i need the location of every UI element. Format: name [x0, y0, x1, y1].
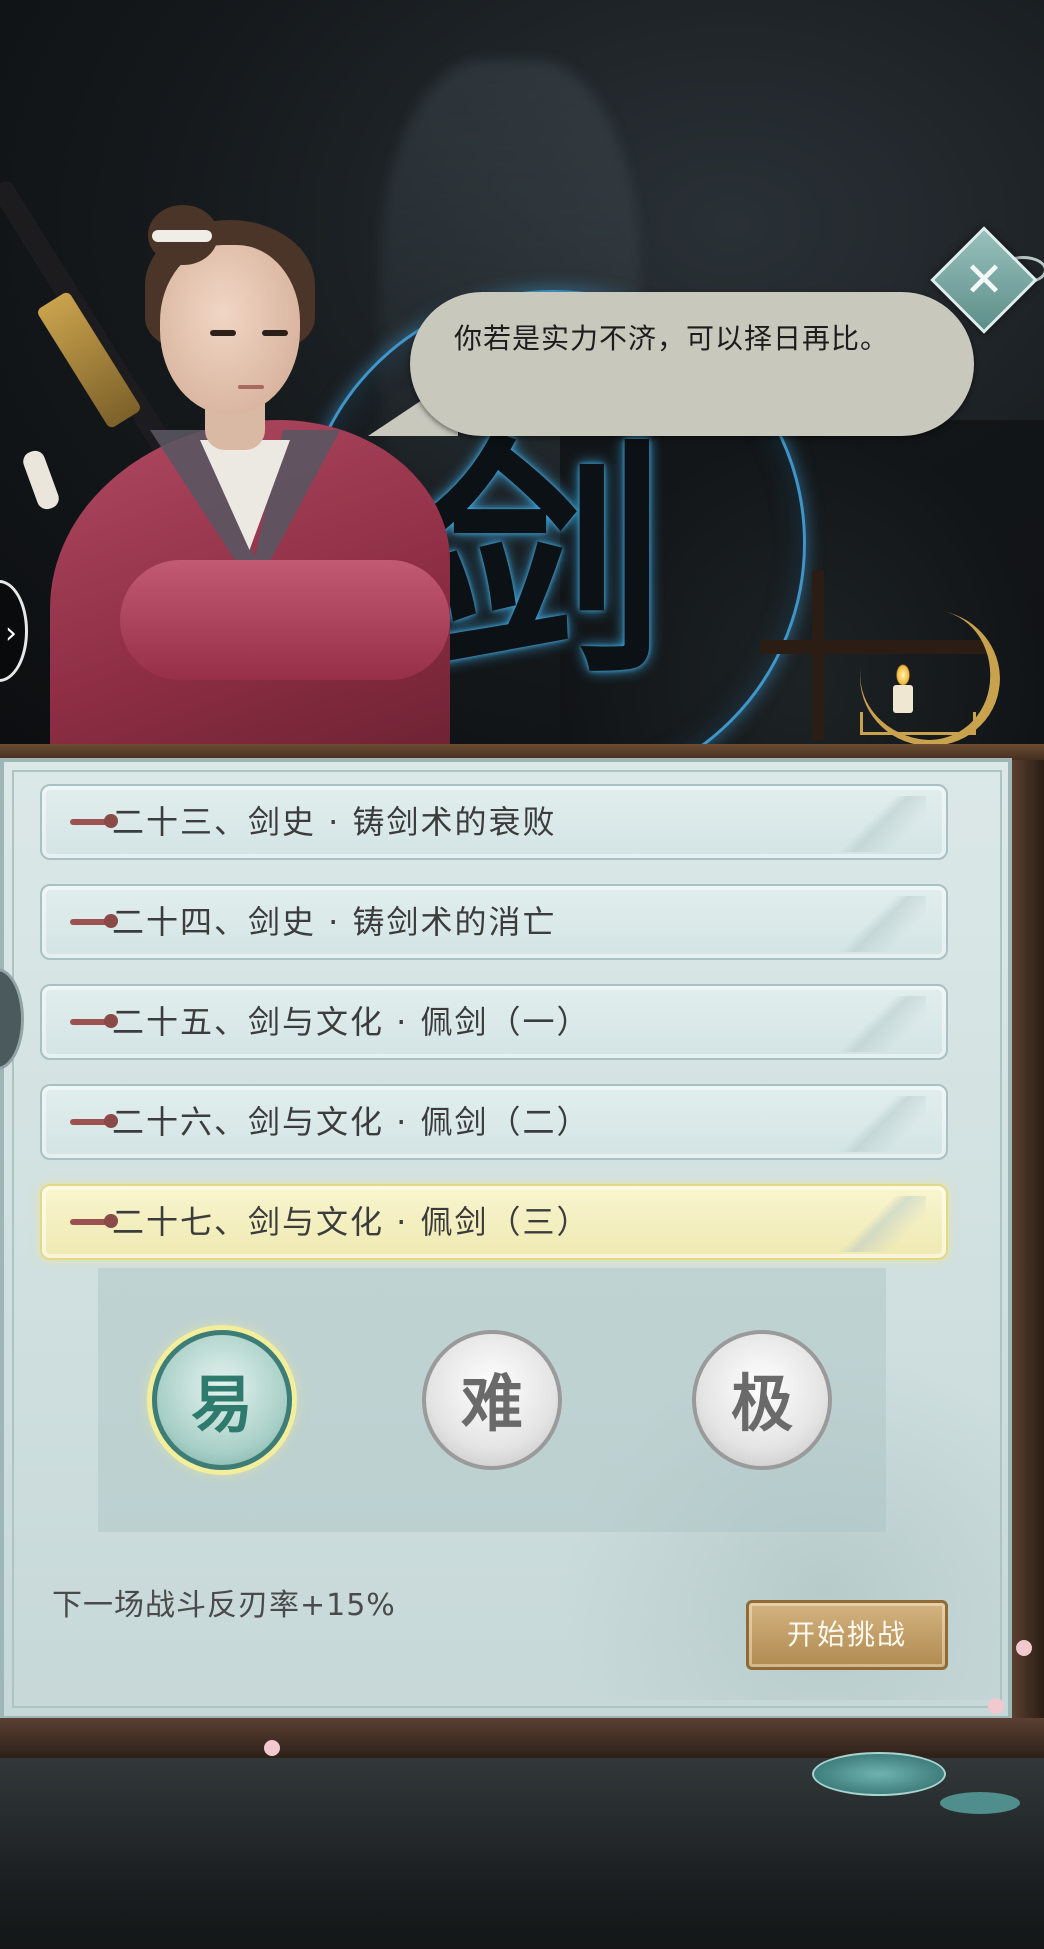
chapter-item-26[interactable]: 二十六、剑与文化 · 佩剑（二） — [40, 1084, 948, 1160]
petal-decoration — [988, 1698, 1004, 1714]
chapter-pin-icon — [70, 1214, 118, 1228]
chapter-item-24[interactable]: 二十四、剑史 · 铸剑术的消亡 — [40, 884, 948, 960]
mountain-icon — [836, 996, 926, 1052]
candle-stand — [860, 712, 976, 735]
npc-hair-ribbon — [152, 230, 212, 242]
difficulty-extreme-button[interactable]: 极 — [692, 1330, 832, 1470]
start-challenge-button[interactable]: 开始挑战 — [746, 1600, 948, 1670]
lily-pad — [812, 1752, 946, 1796]
mountain-icon — [836, 1096, 926, 1152]
chapter-pin-icon — [70, 1014, 118, 1028]
chapter-label: 二十三、剑史 · 铸剑术的衰败 — [112, 803, 557, 841]
close-icon[interactable]: ✕ — [946, 242, 1022, 318]
lily-pad-small — [940, 1792, 1020, 1814]
chapter-label: 二十五、剑与文化 · 佩剑（一） — [112, 1003, 591, 1041]
chapter-pin-icon — [70, 914, 118, 928]
battle-effect-text: 下一场战斗反刃率+15% — [52, 1588, 396, 1623]
candle-flame — [896, 664, 910, 686]
chapter-label: 二十七、剑与文化 · 佩剑（三） — [112, 1203, 591, 1241]
mountain-icon — [836, 1196, 926, 1252]
petal-decoration — [264, 1740, 280, 1756]
chapter-item-27-selected[interactable]: 二十七、剑与文化 · 佩剑（三） — [40, 1184, 948, 1260]
difficulty-hard-button[interactable]: 难 — [422, 1330, 562, 1470]
chapter-item-23[interactable]: 二十三、剑史 · 铸剑术的衰败 — [40, 784, 948, 860]
lamp-post — [812, 570, 824, 740]
petal-decoration — [1016, 1640, 1032, 1656]
dialog-text: 你若是实力不济，可以择日再比。 — [454, 322, 890, 355]
candle — [893, 685, 913, 713]
chapter-label: 二十四、剑史 · 铸剑术的消亡 — [112, 903, 557, 941]
npc-crossed-arms — [120, 560, 450, 680]
chapter-pin-icon — [70, 1114, 118, 1128]
npc-eye-right — [262, 330, 288, 336]
chapter-label: 二十六、剑与文化 · 佩剑（二） — [112, 1103, 591, 1141]
npc-mouth — [238, 385, 264, 389]
mountain-icon — [836, 796, 926, 852]
difficulty-easy-button[interactable]: 易 — [152, 1330, 292, 1470]
chapter-pin-icon — [70, 814, 118, 828]
speech-bubble — [410, 292, 974, 436]
panel-frame-right — [1012, 760, 1044, 1720]
npc-eye-left — [210, 330, 236, 336]
chapter-item-25[interactable]: 二十五、剑与文化 · 佩剑（一） — [40, 984, 948, 1060]
mountain-icon — [836, 896, 926, 952]
